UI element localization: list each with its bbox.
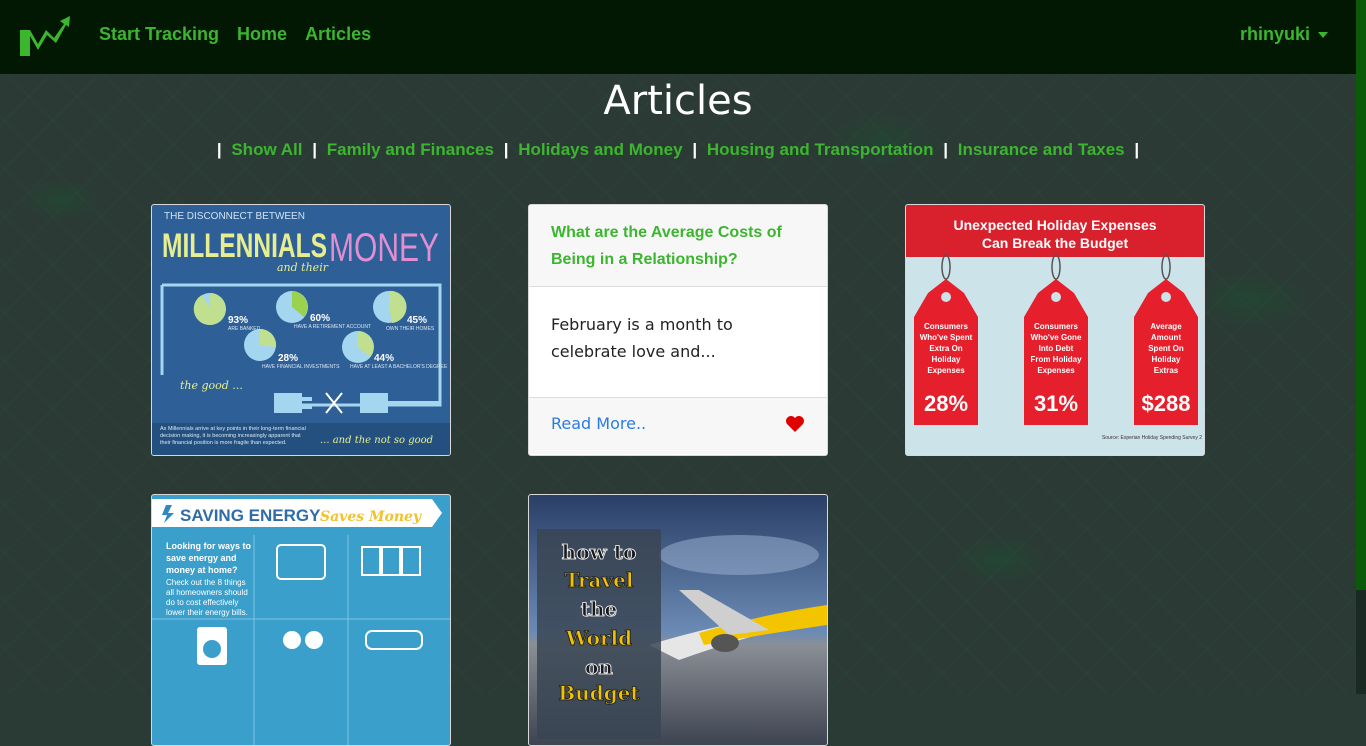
- svg-text:93%: 93%: [228, 315, 248, 326]
- svg-text:THE DISCONNECT BETWEEN: THE DISCONNECT BETWEEN: [164, 211, 305, 222]
- filter-housing-transportation[interactable]: Housing and Transportation: [707, 140, 934, 159]
- scrollbar-thumb[interactable]: [1356, 0, 1366, 590]
- svg-text:31%: 31%: [1034, 391, 1078, 416]
- svg-text:Can Break the Budget: Can Break the Budget: [982, 235, 1129, 251]
- svg-text:... and the not so good: ... and the not so good: [320, 435, 433, 446]
- svg-text:Extras: Extras: [1154, 366, 1179, 375]
- svg-text:Saves Money: Saves Money: [320, 509, 422, 525]
- filter-holidays-money[interactable]: Holidays and Money: [518, 140, 682, 159]
- svg-text:save energy and: save energy and: [166, 553, 237, 563]
- svg-text:Who've Spent: Who've Spent: [920, 333, 973, 342]
- svg-text:Budget: Budget: [558, 681, 640, 705]
- svg-text:Spent On: Spent On: [1148, 344, 1184, 353]
- svg-text:Expenses: Expenses: [1037, 366, 1075, 375]
- nav-links: Start Tracking Home Articles: [99, 24, 371, 45]
- article-card-relationship: What are the Average Costs of Being in a…: [528, 204, 828, 456]
- svg-text:45%: 45%: [407, 315, 427, 326]
- svg-text:Consumers: Consumers: [1034, 322, 1079, 331]
- article-excerpt: February is a month to celebrate love an…: [529, 287, 827, 398]
- svg-text:$288: $288: [1142, 391, 1191, 416]
- svg-text:on: on: [585, 655, 613, 679]
- svg-text:OWN THEIR HOMES: OWN THEIR HOMES: [386, 326, 435, 332]
- nav-articles[interactable]: Articles: [305, 24, 371, 45]
- svg-text:60%: 60%: [310, 313, 330, 324]
- article-title[interactable]: What are the Average Costs of Being in a…: [551, 219, 805, 273]
- card-footer: Read More..: [529, 398, 827, 454]
- svg-text:Looking for ways to: Looking for ways to: [166, 541, 252, 551]
- svg-text:the: the: [581, 597, 618, 621]
- svg-text:Source: Experian Holiday Spend: Source: Experian Holiday Spending Survey…: [1102, 435, 1202, 441]
- username: rhinyuki: [1239, 24, 1310, 44]
- svg-text:lower their energy bills.: lower their energy bills.: [166, 608, 248, 617]
- article-card-millennials[interactable]: THE DISCONNECT BETWEEN MILLENNIALS and t…: [151, 204, 451, 456]
- svg-text:SAVING ENERGY: SAVING ENERGY: [180, 506, 321, 525]
- nav-start-tracking[interactable]: Start Tracking: [99, 24, 219, 45]
- filter-family-finances[interactable]: Family and Finances: [327, 140, 494, 159]
- svg-text:World: World: [565, 626, 632, 650]
- svg-text:and their: and their: [277, 261, 329, 274]
- filter-show-all[interactable]: Show All: [231, 140, 302, 159]
- chevron-down-icon: [1318, 31, 1328, 38]
- svg-text:28%: 28%: [278, 353, 298, 364]
- svg-text:From Holiday: From Holiday: [1030, 355, 1082, 364]
- svg-text:Expenses: Expenses: [927, 366, 965, 375]
- heart-icon[interactable]: [785, 415, 805, 433]
- article-card-holiday-expenses[interactable]: Unexpected Holiday Expenses Can Break th…: [905, 204, 1205, 456]
- svg-text:HAVE A RETIREMENT ACCOUNT: HAVE A RETIREMENT ACCOUNT: [294, 324, 371, 330]
- svg-text:Extra On: Extra On: [929, 344, 962, 353]
- user-menu[interactable]: rhinyuki: [1240, 24, 1328, 45]
- logo-icon[interactable]: [20, 16, 70, 58]
- millennials-infographic: THE DISCONNECT BETWEEN MILLENNIALS and t…: [152, 205, 450, 455]
- card-header: What are the Average Costs of Being in a…: [529, 205, 827, 287]
- filter-insurance-taxes[interactable]: Insurance and Taxes: [958, 140, 1125, 159]
- svg-text:Who've Gone: Who've Gone: [1031, 333, 1082, 342]
- svg-text:the good ...: the good ...: [180, 379, 243, 392]
- navbar: Start Tracking Home Articles rhinyuki: [0, 0, 1356, 74]
- svg-text:HAVE FINANCIAL INVESTMENTS: HAVE FINANCIAL INVESTMENTS: [262, 364, 340, 370]
- nav-home[interactable]: Home: [237, 24, 287, 45]
- svg-text:28%: 28%: [924, 391, 968, 416]
- category-filters: | Show All | Family and Finances | Holid…: [216, 140, 1140, 159]
- svg-text:ARE BANKED: ARE BANKED: [228, 326, 261, 332]
- saving-energy-infographic: SAVING ENERGY Saves Money Looking for wa…: [152, 495, 450, 745]
- svg-text:Holiday: Holiday: [1152, 355, 1181, 364]
- article-card-travel[interactable]: how to Travel the World on Budget: [528, 494, 828, 746]
- svg-text:Unexpected Holiday Expenses: Unexpected Holiday Expenses: [953, 217, 1156, 233]
- travel-budget-image: how to Travel the World on Budget: [529, 495, 827, 745]
- svg-text:Average: Average: [1150, 322, 1182, 331]
- svg-text:money at home?: money at home?: [166, 565, 238, 575]
- svg-text:Check out the 8 things: Check out the 8 things: [166, 578, 246, 587]
- svg-text:Into Debt: Into Debt: [1039, 344, 1074, 353]
- svg-text:Travel: Travel: [565, 568, 634, 592]
- svg-text:Amount: Amount: [1151, 333, 1182, 342]
- svg-text:all homeowners should: all homeowners should: [166, 588, 248, 597]
- svg-text:Consumers: Consumers: [924, 322, 969, 331]
- page-title: Articles: [603, 78, 753, 124]
- svg-text:Holiday: Holiday: [932, 355, 961, 364]
- svg-text:HAVE AT LEAST A BACHELOR'S DEG: HAVE AT LEAST A BACHELOR'S DEGREE: [350, 364, 448, 370]
- svg-text:MILLENNIALS: MILLENNIALS: [162, 227, 327, 265]
- svg-text:44%: 44%: [374, 353, 394, 364]
- holiday-expenses-infographic: Unexpected Holiday Expenses Can Break th…: [906, 205, 1204, 455]
- svg-text:do to cost effectively: do to cost effectively: [166, 598, 238, 607]
- read-more-link[interactable]: Read More..: [551, 414, 646, 433]
- article-card-saving-energy[interactable]: SAVING ENERGY Saves Money Looking for wa…: [151, 494, 451, 746]
- svg-text:MONEY: MONEY: [329, 226, 439, 270]
- svg-text:how to: how to: [562, 540, 637, 564]
